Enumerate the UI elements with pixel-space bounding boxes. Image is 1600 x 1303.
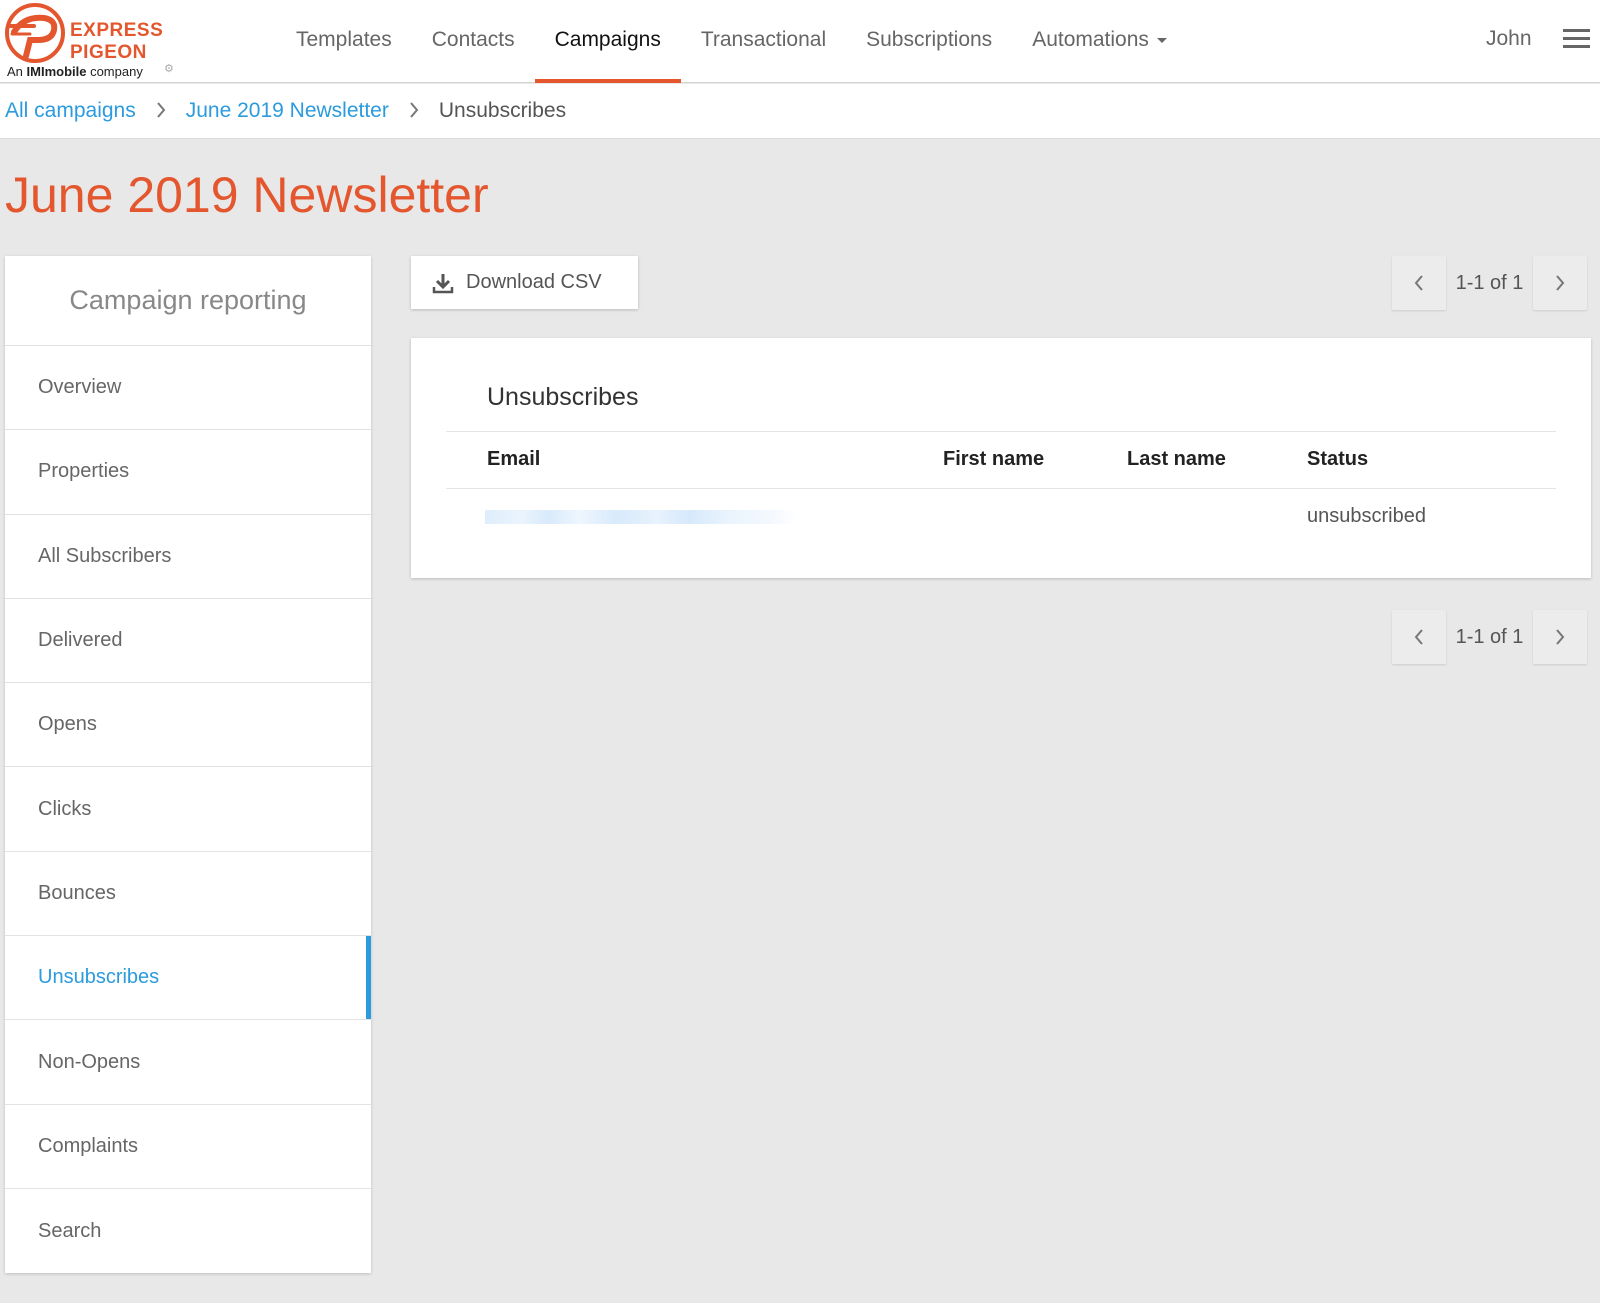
user-menu[interactable]: John bbox=[1486, 27, 1532, 51]
breadcrumb-campaign[interactable]: June 2019 Newsletter bbox=[186, 99, 389, 123]
sidebar-item-properties[interactable]: Properties bbox=[5, 430, 371, 515]
reporting-sidebar: Campaign reporting Overview Properties A… bbox=[5, 256, 371, 1273]
divider bbox=[446, 431, 1556, 432]
main-nav: Templates Contacts Campaigns Transaction… bbox=[276, 0, 1187, 83]
nav-automations-label: Automations bbox=[1032, 28, 1149, 51]
logo-word-pigeon: PIGEON bbox=[70, 42, 147, 63]
column-header-last-name[interactable]: Last name bbox=[1127, 448, 1226, 471]
sidebar-item-search[interactable]: Search bbox=[5, 1189, 371, 1273]
previous-page-button[interactable] bbox=[1392, 256, 1446, 310]
breadcrumb: All campaigns June 2019 Newsletter Unsub… bbox=[0, 84, 1600, 139]
logo-word-express: EXPRESS bbox=[70, 20, 164, 41]
sidebar-item-unsubscribes[interactable]: Unsubscribes bbox=[5, 936, 371, 1021]
next-page-button[interactable] bbox=[1533, 610, 1587, 664]
column-header-first-name[interactable]: First name bbox=[943, 448, 1044, 471]
unsubscribes-table-card: Unsubscribes Email First name Last name … bbox=[411, 338, 1591, 578]
nav-campaigns[interactable]: Campaigns bbox=[534, 0, 682, 83]
hamburger-icon[interactable] bbox=[1563, 29, 1590, 49]
download-csv-label: Download CSV bbox=[466, 271, 602, 293]
pagination-range: 1-1 of 1 bbox=[1455, 626, 1524, 648]
pagination-range: 1-1 of 1 bbox=[1455, 272, 1524, 294]
column-header-status[interactable]: Status bbox=[1307, 448, 1368, 471]
chevron-right-icon bbox=[1556, 275, 1565, 291]
column-header-email[interactable]: Email bbox=[487, 448, 540, 471]
chevron-left-icon bbox=[1414, 275, 1423, 291]
sidebar-item-opens[interactable]: Opens bbox=[5, 683, 371, 768]
sidebar-item-all-subscribers[interactable]: All Subscribers bbox=[5, 515, 371, 599]
row-status: unsubscribed bbox=[1307, 505, 1426, 527]
nav-subscriptions[interactable]: Subscriptions bbox=[846, 0, 1012, 83]
chevron-right-icon bbox=[1556, 629, 1565, 645]
nav-contacts[interactable]: Contacts bbox=[412, 0, 535, 83]
download-icon bbox=[432, 273, 454, 293]
sidebar-item-clicks[interactable]: Clicks bbox=[5, 767, 371, 852]
breadcrumb-all-campaigns[interactable]: All campaigns bbox=[5, 99, 136, 123]
next-page-button[interactable] bbox=[1533, 256, 1587, 310]
express-pigeon-logo[interactable]: EXPRESS PIGEON An IMImobile company ⚙ bbox=[4, 2, 180, 80]
breadcrumb-current: Unsubscribes bbox=[438, 99, 567, 122]
previous-page-button[interactable] bbox=[1392, 610, 1446, 664]
sidebar-item-delivered[interactable]: Delivered bbox=[5, 599, 371, 684]
nav-transactional[interactable]: Transactional bbox=[681, 0, 846, 83]
sidebar-header: Campaign reporting bbox=[5, 256, 371, 346]
nav-templates[interactable]: Templates bbox=[276, 0, 412, 83]
logo-gear-icon: ⚙ bbox=[164, 63, 174, 75]
caret-down-icon bbox=[1156, 37, 1167, 43]
chevron-right-icon bbox=[409, 98, 419, 124]
top-navigation-bar: EXPRESS PIGEON An IMImobile company ⚙ Te… bbox=[0, 0, 1600, 83]
table-title: Unsubscribes bbox=[487, 383, 639, 411]
divider bbox=[446, 488, 1556, 489]
row-email-redacted[interactable] bbox=[485, 510, 799, 524]
tagline-prefix: An bbox=[7, 64, 27, 79]
chevron-right-icon bbox=[156, 98, 166, 124]
logo-tagline: An IMImobile company bbox=[7, 64, 143, 79]
tagline-suffix: company bbox=[86, 64, 143, 79]
sidebar-item-bounces[interactable]: Bounces bbox=[5, 852, 371, 937]
sidebar-item-overview[interactable]: Overview bbox=[5, 346, 371, 431]
tagline-brand: IMImobile bbox=[26, 64, 87, 79]
page-title: June 2019 Newsletter bbox=[5, 167, 489, 223]
nav-automations[interactable]: Automations bbox=[1012, 0, 1187, 83]
sidebar-item-non-opens[interactable]: Non-Opens bbox=[5, 1020, 371, 1105]
chevron-left-icon bbox=[1414, 629, 1423, 645]
sidebar-item-complaints[interactable]: Complaints bbox=[5, 1105, 371, 1189]
download-csv-button[interactable]: Download CSV bbox=[411, 256, 638, 309]
logo-mark-icon bbox=[5, 3, 65, 63]
